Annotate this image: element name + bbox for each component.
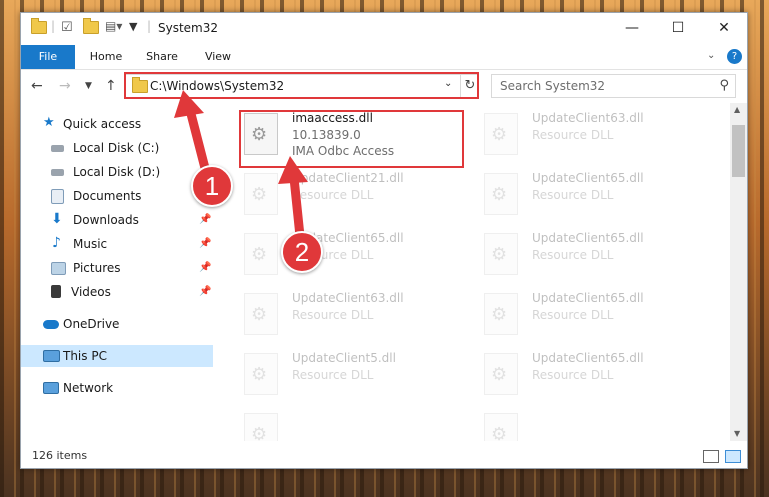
arrow-1 [174,90,211,177]
step-1-badge: 1 [191,165,233,207]
arrow-2 [278,156,308,241]
annotation-arrows [174,90,308,241]
step-2-badge: 2 [281,231,323,273]
